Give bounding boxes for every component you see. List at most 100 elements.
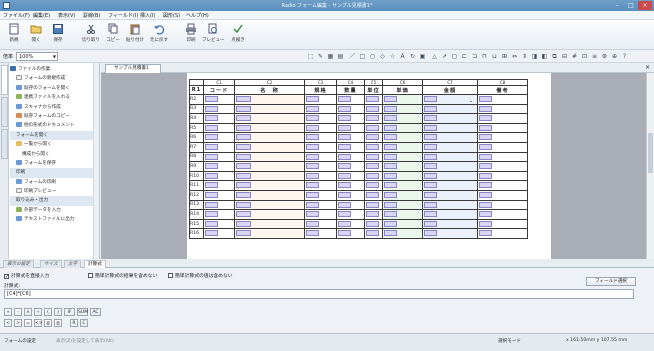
grid-cell[interactable]	[382, 113, 423, 124]
field-marker[interactable]	[479, 143, 492, 150]
field-marker[interactable]	[384, 201, 397, 208]
field-marker[interactable]	[236, 211, 251, 218]
field-marker[interactable]	[366, 201, 379, 208]
tree-item-print-preview[interactable]: 印刷プレビュー	[10, 187, 98, 196]
grid-cell[interactable]	[382, 141, 423, 153]
field-marker[interactable]	[424, 153, 437, 160]
grid-cell[interactable]	[336, 189, 365, 201]
operator-button[interactable]: ×	[24, 308, 32, 316]
field-marker[interactable]	[205, 182, 218, 189]
field-marker[interactable]	[306, 96, 319, 102]
close-button[interactable]: ×	[638, 1, 652, 10]
operator-button[interactable]: -	[14, 308, 22, 316]
grid-cell[interactable]	[382, 180, 423, 191]
operator-button[interactable]: ≦	[44, 319, 52, 327]
grid-cell[interactable]	[422, 218, 478, 230]
field-marker[interactable]	[479, 105, 492, 112]
text-tool-icon[interactable]: A	[398, 52, 407, 61]
grid-cell[interactable]	[304, 170, 337, 182]
grid-cell[interactable]	[203, 151, 235, 163]
field-marker[interactable]	[236, 191, 251, 198]
field-marker[interactable]	[205, 163, 218, 170]
scroll-thumb[interactable]	[648, 133, 653, 173]
grid-cell[interactable]	[203, 94, 235, 105]
field-marker[interactable]	[236, 230, 251, 237]
preview-button[interactable]: プレビュー	[202, 22, 225, 47]
field-marker[interactable]	[424, 201, 437, 208]
field-marker[interactable]	[384, 211, 397, 218]
field-marker[interactable]	[205, 124, 218, 131]
grid-cell[interactable]	[336, 180, 365, 191]
grid-cell[interactable]	[234, 122, 305, 134]
grid-cell[interactable]	[422, 132, 478, 143]
menu-file[interactable]: ファイル(F)	[3, 12, 30, 19]
field-marker[interactable]	[236, 115, 251, 122]
image-tool-icon[interactable]: ▣	[418, 52, 427, 61]
grid-cell[interactable]	[382, 103, 423, 115]
grid-cell[interactable]	[364, 94, 383, 105]
field-marker[interactable]	[384, 124, 397, 131]
tree-item-print[interactable]: 印刷	[10, 168, 98, 178]
operator-button[interactable]: R	[70, 319, 78, 327]
grid-cell[interactable]	[422, 151, 478, 163]
field-marker[interactable]	[338, 105, 351, 112]
field-marker[interactable]	[306, 220, 319, 227]
grid-cell[interactable]	[203, 170, 235, 182]
grid-cell[interactable]	[422, 170, 478, 182]
menu-shape[interactable]: 図形(S)	[163, 12, 180, 19]
grid-cell[interactable]	[336, 151, 365, 163]
grid-cell[interactable]	[336, 94, 365, 105]
field-marker[interactable]	[424, 172, 437, 179]
grid-cell[interactable]	[203, 228, 235, 239]
field-marker[interactable]	[236, 172, 251, 179]
operator-button[interactable]: ÷	[34, 308, 42, 316]
grid-cell[interactable]	[477, 170, 528, 182]
formula-input[interactable]: [C4]*[C6]	[4, 289, 634, 299]
field-marker[interactable]	[205, 153, 218, 160]
same-width-icon[interactable]: ⇔	[510, 52, 519, 61]
grid-cell[interactable]	[203, 209, 235, 220]
field-marker[interactable]	[205, 172, 218, 179]
grid-cell[interactable]	[203, 180, 235, 191]
grid-cell[interactable]	[382, 218, 423, 230]
print-button[interactable]: 印刷	[180, 22, 202, 47]
tree-item-copy-form[interactable]: 既存フォームのコピー	[10, 112, 98, 121]
operator-button[interactable]: <>	[34, 319, 43, 327]
grid-cell[interactable]	[336, 218, 365, 230]
grid-cell[interactable]	[422, 141, 478, 153]
grid-cell[interactable]	[336, 199, 365, 211]
grid-cell[interactable]	[336, 228, 365, 239]
field-marker[interactable]	[479, 163, 492, 170]
field-marker[interactable]	[424, 220, 437, 227]
grid-cell[interactable]	[203, 218, 235, 230]
grid-cell[interactable]	[382, 199, 423, 211]
field-marker[interactable]	[384, 230, 397, 237]
field-marker[interactable]	[384, 96, 397, 102]
field-marker[interactable]	[384, 134, 397, 141]
field-marker[interactable]	[338, 115, 351, 122]
back-icon[interactable]: ◧	[540, 52, 549, 61]
field-marker[interactable]	[306, 134, 319, 141]
grid-cell[interactable]	[364, 103, 383, 115]
tree-item-print-form[interactable]: フォームの印刷	[10, 178, 98, 187]
minimize-button[interactable]: –	[610, 1, 624, 10]
grid-cell[interactable]	[203, 161, 235, 172]
field-marker[interactable]	[338, 220, 351, 227]
field-marker[interactable]	[236, 124, 251, 131]
field-marker[interactable]	[236, 143, 251, 150]
maximize-button[interactable]: □	[624, 1, 638, 10]
field-marker[interactable]	[306, 172, 319, 179]
grid-cell[interactable]	[304, 94, 337, 105]
grid-cell[interactable]	[304, 132, 337, 143]
grid-cell[interactable]	[477, 94, 528, 105]
operator-button[interactable]: SUM	[77, 308, 88, 316]
menu-ruled-line[interactable]: 罫線(B)	[83, 12, 100, 19]
check-exclude-simple-result[interactable]: 簡単計算式の結果を含めない	[88, 272, 157, 279]
header-unit[interactable]: 単位	[364, 85, 383, 95]
field-marker[interactable]	[236, 105, 251, 112]
tab-sample-quote[interactable]: サンプル見積書1	[105, 64, 161, 73]
field-marker[interactable]	[424, 163, 437, 170]
grid-cell[interactable]	[336, 122, 365, 134]
field-marker[interactable]	[205, 191, 218, 198]
grid-cell[interactable]	[336, 161, 365, 172]
